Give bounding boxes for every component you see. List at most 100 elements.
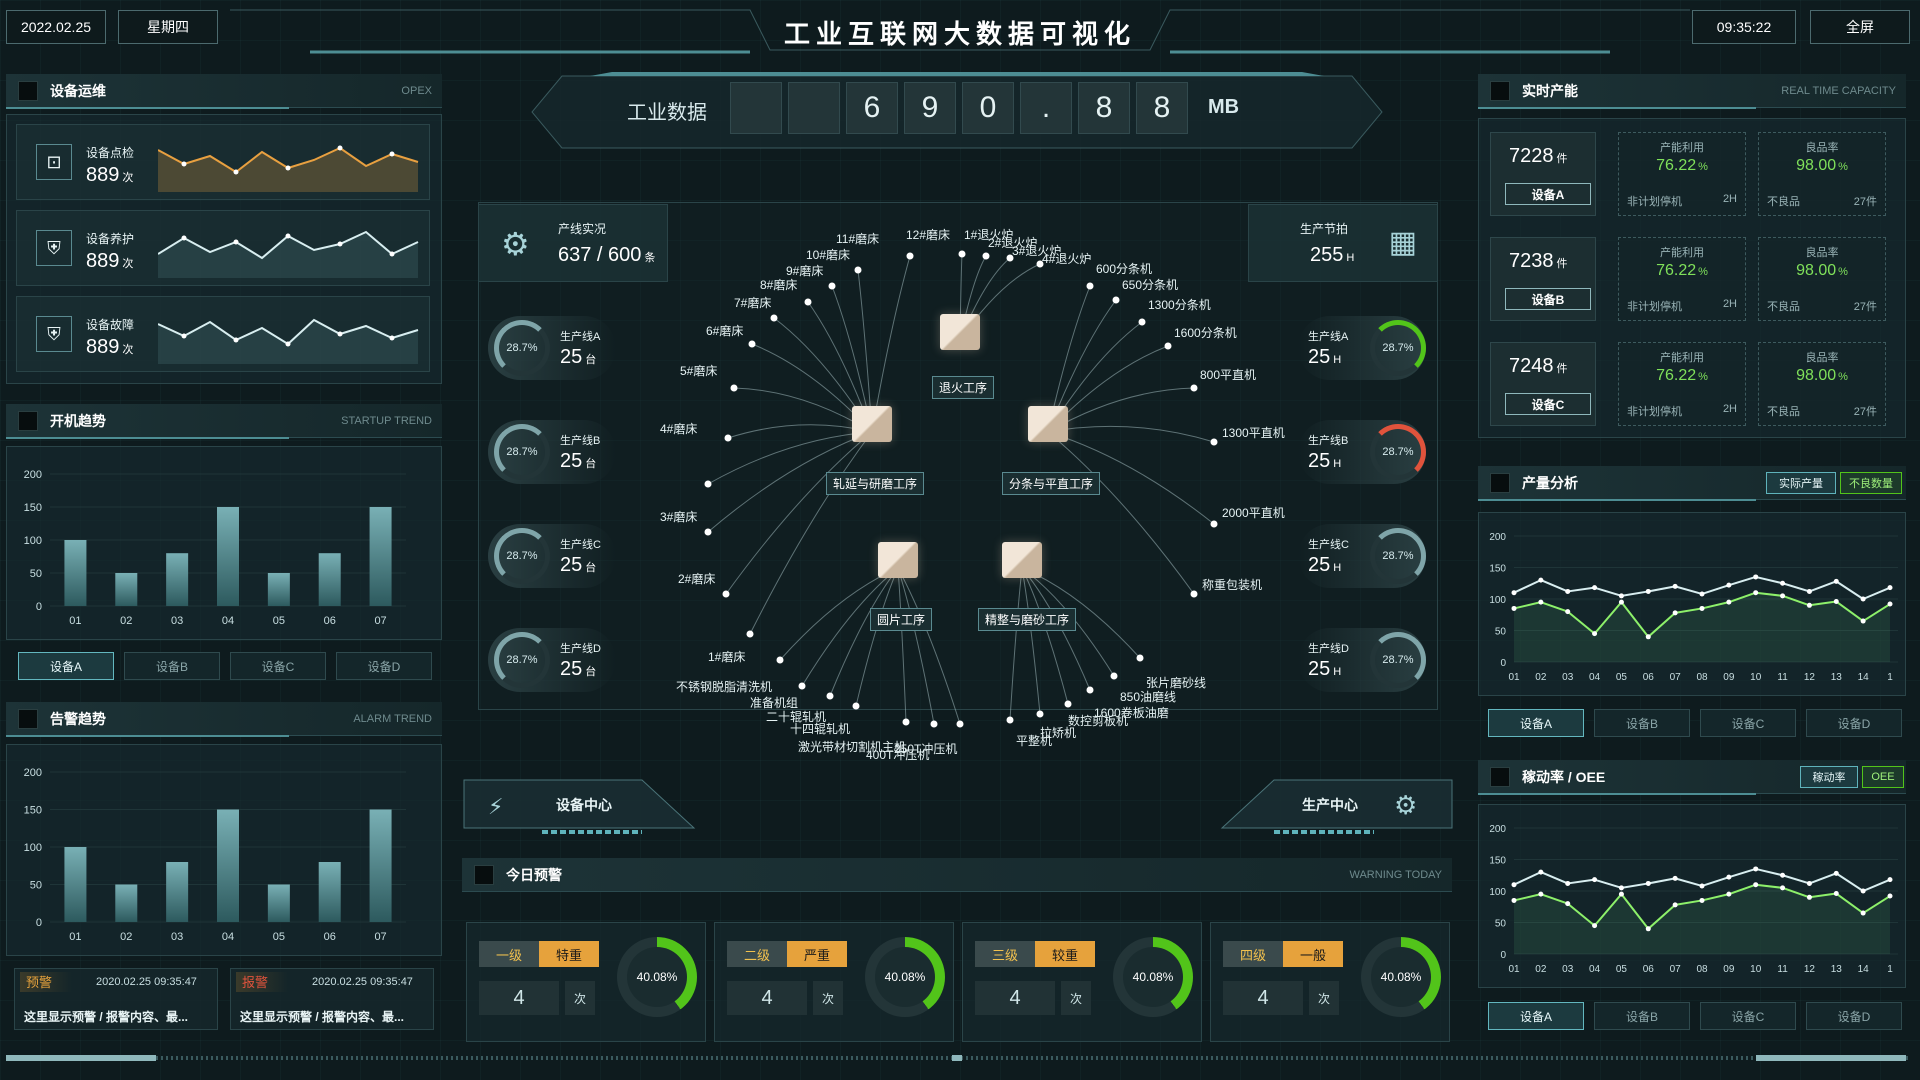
data-point: [1538, 577, 1544, 583]
equipment-node: [746, 630, 754, 638]
factory-cube-icon: [1002, 542, 1042, 578]
equipment-label[interactable]: 3#磨床: [660, 508, 697, 525]
scrollbar-thumb-center[interactable]: [952, 1055, 962, 1061]
x-tick-label: 03: [1562, 672, 1574, 683]
equipment-node: [1138, 318, 1146, 326]
data-point: [1645, 926, 1651, 932]
industrial-digit: 8: [1136, 82, 1188, 134]
warning-card[interactable]: 一级 特重 4 次 40.08%: [466, 922, 706, 1042]
data-point: [1726, 582, 1732, 588]
line-name: 生产线B: [1308, 435, 1349, 447]
equipment-label[interactable]: 1300分条机: [1148, 296, 1211, 313]
data-point: [1565, 901, 1571, 907]
equipment-label[interactable]: 8#磨床: [760, 276, 797, 293]
device-tab[interactable]: 设备C: [1700, 1002, 1796, 1030]
device-tab[interactable]: 设备B: [1594, 1002, 1690, 1030]
equipment-label[interactable]: 1300平直机: [1222, 424, 1285, 441]
warning-card[interactable]: 二级 严重 4 次 40.08%: [714, 922, 954, 1042]
equipment-label[interactable]: 650分条机: [1122, 276, 1178, 293]
equipment-node: [798, 682, 806, 690]
line-pct-ring: 28.7%: [494, 632, 550, 688]
equipment-label[interactable]: 11#磨床: [836, 230, 879, 247]
opex-label: 设备养护: [86, 232, 135, 246]
actual-output-button[interactable]: 实际产量: [1766, 472, 1836, 494]
device-tab[interactable]: 设备D: [1806, 709, 1902, 737]
equipment-label[interactable]: 十四辊轧机: [790, 720, 850, 737]
process-label[interactable]: 圆片工序: [870, 608, 933, 631]
data-point: [1592, 923, 1598, 929]
equipment-label[interactable]: 7#磨床: [734, 294, 771, 311]
warning-level: 三级 较重: [975, 941, 1095, 967]
warning-card[interactable]: 三级 较重 4 次 40.08%: [962, 922, 1202, 1042]
opex-sparkline: [158, 318, 419, 364]
equipment-label[interactable]: 250T冲压机: [894, 740, 957, 757]
equipment-node: [748, 340, 756, 348]
data-point: [1511, 882, 1517, 888]
process-label[interactable]: 轧延与研磨工序: [826, 472, 925, 495]
process-label[interactable]: 精整与磨砂工序: [978, 608, 1077, 631]
equipment-label[interactable]: 1#磨床: [708, 648, 745, 665]
equipment-label[interactable]: 12#磨床: [906, 226, 950, 243]
data-point: [1753, 574, 1759, 580]
warning-level: 二级 严重: [727, 941, 847, 967]
equipment-node: [1190, 590, 1198, 598]
utilization-button[interactable]: 稼动率: [1800, 766, 1858, 788]
y-tick-label: 200: [1489, 532, 1506, 543]
process-label[interactable]: 退火工序: [932, 376, 995, 399]
equipment-node: [776, 656, 784, 664]
scrollbar-thumb-right[interactable]: [1756, 1055, 1906, 1061]
equipment-label[interactable]: 4#退火炉: [1042, 250, 1091, 267]
data-point: [1672, 875, 1678, 881]
data-point: [1780, 885, 1786, 891]
device-tab[interactable]: 设备C: [1700, 709, 1796, 737]
equipment-label[interactable]: 10#磨床: [806, 246, 850, 263]
equipment-label[interactable]: 600分条机: [1096, 260, 1152, 277]
device-tab[interactable]: 设备A: [1488, 1002, 1584, 1030]
equipment-node: [1136, 654, 1144, 662]
equipment-label[interactable]: 800平直机: [1200, 366, 1256, 383]
industrial-digit: 6: [846, 82, 898, 134]
capacity-count: 7228: [1509, 145, 1554, 167]
defect-count-button[interactable]: 不良数量: [1840, 472, 1902, 494]
equipment-label[interactable]: 6#磨床: [706, 322, 743, 339]
y-tick-label: 0: [1500, 950, 1506, 961]
equipment-label[interactable]: 2#磨床: [678, 570, 715, 587]
equipment-label[interactable]: 称重包装机: [1202, 576, 1262, 593]
factory-cube-icon: [852, 406, 892, 442]
data-point: [1753, 882, 1759, 888]
warning-card[interactable]: 四级 一般 4 次 40.08%: [1210, 922, 1450, 1042]
x-tick-label: 03: [1562, 964, 1574, 975]
data-point: [1592, 631, 1598, 637]
line-value: 25 台: [560, 346, 597, 368]
equipment-label[interactable]: 1600卷板油磨: [1094, 704, 1169, 721]
x-tick-label: 10: [1750, 964, 1762, 975]
production-center-button[interactable]: 生产中心: [1302, 795, 1358, 815]
equipment-label[interactable]: 张片磨砂线: [1146, 674, 1206, 691]
equipment-label[interactable]: 5#磨床: [680, 362, 717, 379]
device-center-button[interactable]: 设备中心: [556, 795, 612, 815]
warning-panel-title: 今日预警 WARNING TODAY: [462, 858, 1452, 892]
data-point: [1699, 883, 1705, 889]
capacity-metric: 产能利用 76.22% 非计划停机 2H: [1618, 237, 1746, 321]
capacity-metric: 良品率 98.00% 不良品 27件: [1758, 132, 1886, 216]
equipment-node: [902, 718, 910, 726]
x-tick-label: 02: [1535, 672, 1547, 683]
equipment-label[interactable]: 4#磨床: [660, 420, 697, 437]
equipment-label[interactable]: 1600分条机: [1174, 324, 1237, 341]
warning-unit: 次: [813, 981, 843, 1015]
process-label[interactable]: 分条与平直工序: [1002, 472, 1101, 495]
device-tab[interactable]: 设备D: [1806, 1002, 1902, 1030]
x-tick-label: 08: [1696, 964, 1708, 975]
capacity-count: 7248: [1509, 355, 1554, 377]
device-tab[interactable]: 设备B: [1594, 709, 1690, 737]
x-tick-label: 10: [1750, 672, 1762, 683]
equipment-node: [982, 252, 990, 260]
scrollbar-thumb-left[interactable]: [6, 1055, 156, 1061]
equipment-label[interactable]: 2000平直机: [1222, 504, 1285, 521]
opex-sparkline: [158, 230, 419, 278]
opex-value: 889 次: [86, 250, 134, 272]
oee-button[interactable]: OEE: [1862, 766, 1904, 788]
device-tab[interactable]: 设备A: [1488, 709, 1584, 737]
equipment-node: [804, 298, 812, 306]
equipment-label[interactable]: 不锈钢脱脂清洗机: [676, 678, 772, 695]
